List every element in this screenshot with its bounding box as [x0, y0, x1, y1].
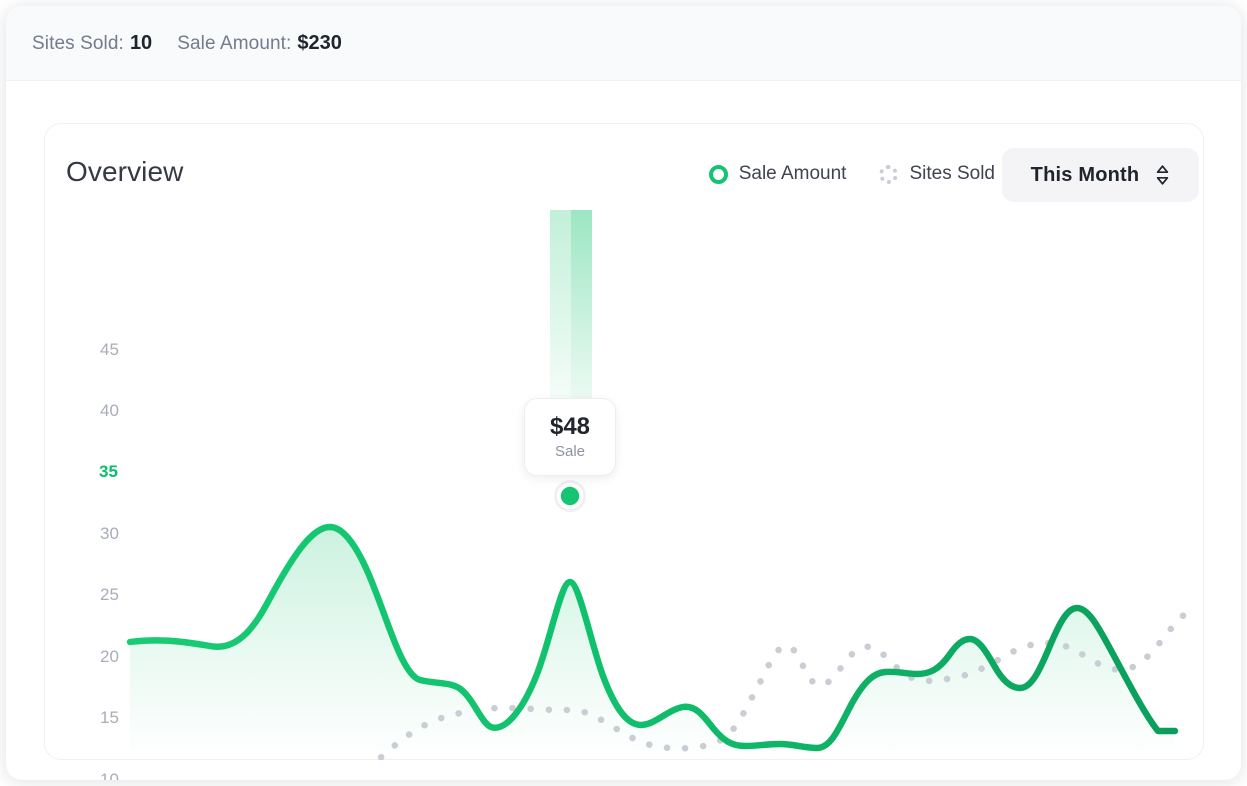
stat-sale-amount-value: $230	[297, 31, 342, 54]
y-tick-30: 30	[100, 524, 119, 543]
stat-sites-sold-label: Sites Sold:	[32, 32, 124, 54]
legend-item-sale-amount[interactable]: Sale Amount	[708, 163, 847, 185]
legend-item-sites-sold[interactable]: Sites Sold	[879, 163, 995, 185]
summary-bar: Sites Sold: 10 Sale Amount: $230	[6, 6, 1241, 81]
chart-card-header: Overview Sale Amount Sites Sold This Mon…	[45, 124, 1203, 224]
dotted-ring-icon	[879, 164, 899, 184]
date-range-value: This Month	[1030, 163, 1140, 186]
date-range-dropdown[interactable]: This Month	[1002, 148, 1199, 202]
chart-plot-area: 45 40 35 30 25 20 15 10 0 1 2 3 4 5 6 7 …	[45, 210, 1205, 780]
y-tick-20: 20	[100, 647, 119, 666]
page-title: Overview	[66, 156, 184, 187]
y-tick-45: 45	[100, 340, 119, 359]
chart-tooltip: $48 Sale	[524, 398, 616, 476]
y-tick-15: 15	[100, 708, 119, 727]
y-tick-10: 10	[100, 770, 119, 780]
stat-sale-amount: Sale Amount: $230	[177, 32, 342, 55]
solid-ring-icon	[708, 164, 728, 184]
stat-sites-sold-value: 10	[129, 31, 153, 54]
tooltip-value: $48	[549, 412, 591, 440]
overview-chart-card: Overview Sale Amount Sites Sold This Mon…	[44, 123, 1205, 780]
stat-sale-amount-label: Sale Amount:	[177, 32, 292, 54]
chart-canvas	[126, 210, 1196, 760]
y-tick-35: 35	[99, 462, 118, 481]
chevron-up-down-icon	[1157, 165, 1169, 185]
legend-item-sale-amount-label: Sale Amount	[738, 163, 847, 184]
y-tick-25: 25	[100, 585, 119, 604]
app-window: Sites Sold: 10 Sale Amount: $230 Overvie…	[6, 6, 1241, 780]
active-point-marker	[560, 486, 580, 506]
stat-sites-sold: Sites Sold: 10	[32, 32, 152, 55]
chart-legend: Sale Amount Sites Sold	[708, 163, 995, 185]
legend-item-sites-sold-label: Sites Sold	[909, 163, 995, 184]
tooltip-caption: Sale	[554, 443, 586, 461]
y-tick-40: 40	[100, 401, 119, 420]
